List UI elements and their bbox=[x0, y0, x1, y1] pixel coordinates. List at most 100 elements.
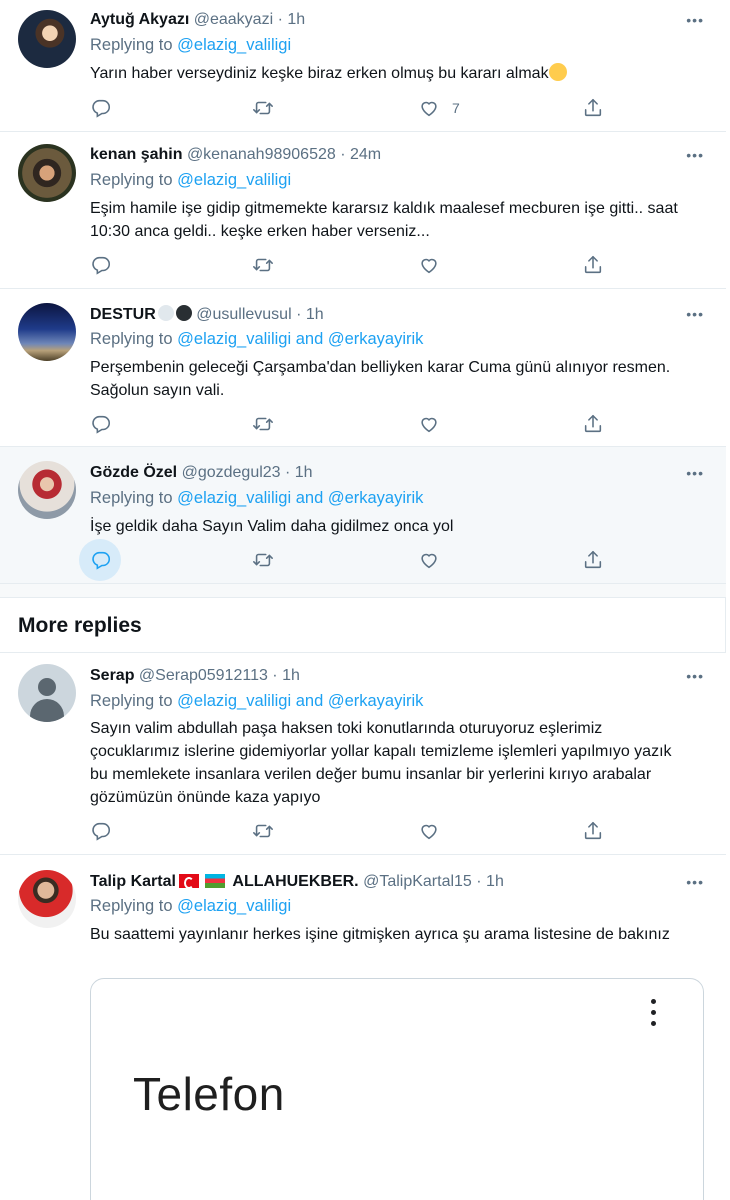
avatar[interactable] bbox=[18, 870, 76, 928]
more-icon[interactable]: ••• bbox=[686, 306, 704, 322]
like-icon bbox=[418, 820, 440, 842]
replying-prefix: Replying to bbox=[90, 489, 173, 507]
like-button[interactable] bbox=[418, 819, 440, 843]
like-icon bbox=[418, 549, 440, 571]
mention-link[interactable]: @elazig_valiligi and @erkayayirik bbox=[177, 489, 423, 507]
like-button[interactable] bbox=[418, 253, 440, 277]
reply-button[interactable] bbox=[90, 548, 112, 572]
author-name[interactable]: Talip Kartal bbox=[90, 873, 176, 890]
replying-prefix: Replying to bbox=[90, 171, 173, 189]
tweet-header: Serap @Serap05912113 · 1h bbox=[90, 667, 300, 685]
like-button[interactable]: 7 bbox=[418, 96, 460, 120]
tweet[interactable]: DESTUR @usullevusul · 1h ••• Replying to… bbox=[0, 289, 726, 447]
reply-icon bbox=[90, 97, 112, 119]
mention-link[interactable]: @elazig_valiligi and @erkayayirik bbox=[177, 330, 423, 348]
replying-to: Replying to @elazig_valiligi bbox=[90, 897, 291, 916]
more-icon[interactable]: ••• bbox=[686, 12, 704, 28]
emoji-icon bbox=[548, 63, 567, 81]
tweet[interactable]: Gözde Özel @gozdegul23 · 1h ••• Replying… bbox=[0, 447, 726, 584]
retweet-button[interactable] bbox=[252, 412, 274, 436]
like-icon bbox=[418, 97, 440, 119]
more-replies-heading: More replies bbox=[18, 614, 142, 637]
reply-icon bbox=[90, 549, 112, 571]
tweet-actions bbox=[90, 412, 610, 436]
share-button[interactable] bbox=[582, 412, 604, 436]
replying-to: Replying to @elazig_valiligi and @erkaya… bbox=[90, 692, 423, 711]
author-handle[interactable]: @kenanah98906528 · 24m bbox=[187, 146, 381, 163]
media-card[interactable]: Telefon bbox=[90, 978, 704, 1200]
tweet-feed: Aytuğ Akyazı @eaakyazi · 1h ••• Replying… bbox=[0, 0, 726, 1200]
tweet-header: Gözde Özel @gozdegul23 · 1h bbox=[90, 464, 313, 482]
share-button[interactable] bbox=[582, 819, 604, 843]
retweet-icon bbox=[252, 97, 274, 119]
like-icon bbox=[418, 413, 440, 435]
reply-button[interactable] bbox=[90, 819, 112, 843]
like-count: 7 bbox=[452, 100, 460, 116]
author-name[interactable]: DESTUR bbox=[90, 306, 156, 323]
share-button[interactable] bbox=[582, 548, 604, 572]
mention-link[interactable]: @elazig_valiligi bbox=[177, 897, 291, 915]
retweet-button[interactable] bbox=[252, 819, 274, 843]
replying-prefix: Replying to bbox=[90, 36, 173, 54]
author-handle[interactable]: @gozdegul23 · 1h bbox=[182, 464, 313, 481]
retweet-icon bbox=[252, 254, 274, 276]
share-icon bbox=[582, 549, 604, 571]
like-button[interactable] bbox=[418, 412, 440, 436]
retweet-button[interactable] bbox=[252, 548, 274, 572]
author-handle[interactable]: @TalipKartal15 · 1h bbox=[363, 873, 504, 890]
like-button[interactable] bbox=[418, 548, 440, 572]
share-icon bbox=[582, 820, 604, 842]
share-button[interactable] bbox=[582, 96, 604, 120]
author-name[interactable]: kenan şahin bbox=[90, 146, 182, 163]
turkey-flag-icon bbox=[178, 874, 199, 889]
share-button[interactable] bbox=[582, 253, 604, 277]
tweet-header: DESTUR @usullevusul · 1h bbox=[90, 305, 324, 324]
reply-icon bbox=[90, 413, 112, 435]
avatar[interactable] bbox=[18, 10, 76, 68]
section-divider bbox=[0, 584, 726, 598]
tweet-header: Talip Kartal ALLAHUEKBER. @TalipKartal15… bbox=[90, 873, 504, 891]
default-avatar-body bbox=[30, 699, 64, 722]
reply-button[interactable] bbox=[90, 96, 112, 120]
avatar[interactable] bbox=[18, 144, 76, 202]
more-icon[interactable]: ••• bbox=[686, 465, 704, 481]
author-handle[interactable]: @usullevusul · 1h bbox=[196, 306, 323, 323]
author-name[interactable]: Gözde Özel bbox=[90, 464, 177, 481]
more-icon[interactable]: ••• bbox=[686, 147, 704, 163]
tweet-text: Sayın valim abdullah paşa haksen toki ko… bbox=[90, 720, 672, 806]
author-name[interactable]: Aytuğ Akyazı bbox=[90, 11, 189, 28]
more-icon[interactable]: ••• bbox=[686, 668, 704, 684]
retweet-icon bbox=[252, 549, 274, 571]
mention-link[interactable]: @elazig_valiligi bbox=[177, 171, 291, 189]
tweet[interactable]: Serap @Serap05912113 · 1h ••• Replying t… bbox=[0, 653, 726, 855]
reply-icon bbox=[90, 254, 112, 276]
avatar[interactable] bbox=[18, 461, 76, 519]
author-name[interactable]: Serap bbox=[90, 667, 134, 684]
mention-link[interactable]: @elazig_valiligi and @erkayayirik bbox=[177, 692, 423, 710]
tweet-actions: 7 bbox=[90, 96, 610, 120]
author-handle[interactable]: @Serap05912113 · 1h bbox=[139, 667, 300, 684]
tweet-text: İşe geldik daha Sayın Valim daha gidilme… bbox=[90, 518, 454, 535]
avatar[interactable] bbox=[18, 303, 76, 361]
reply-button[interactable] bbox=[90, 412, 112, 436]
more-icon[interactable]: ••• bbox=[686, 874, 704, 890]
retweet-button[interactable] bbox=[252, 253, 274, 277]
share-icon bbox=[582, 413, 604, 435]
tweet[interactable]: Aytuğ Akyazı @eaakyazi · 1h ••• Replying… bbox=[0, 0, 726, 132]
retweet-button[interactable] bbox=[252, 96, 274, 120]
like-icon bbox=[418, 254, 440, 276]
avatar[interactable] bbox=[18, 664, 76, 722]
author-handle[interactable]: @eaakyazi · 1h bbox=[194, 11, 305, 28]
reply-button[interactable] bbox=[90, 253, 112, 277]
tweet-text: Perşembenin geleceği Çarşamba'dan belliy… bbox=[90, 359, 671, 399]
author-name-suffix[interactable]: ALLAHUEKBER. bbox=[232, 873, 358, 890]
reply-icon bbox=[90, 820, 112, 842]
mention-link[interactable]: @elazig_valiligi bbox=[177, 36, 291, 54]
kebab-menu-icon[interactable] bbox=[651, 999, 657, 1032]
replying-prefix: Replying to bbox=[90, 897, 173, 915]
share-icon bbox=[582, 97, 604, 119]
tweet-actions bbox=[90, 253, 610, 277]
replying-to: Replying to @elazig_valiligi bbox=[90, 171, 291, 190]
tweet[interactable]: kenan şahin @kenanah98906528 · 24m ••• R… bbox=[0, 132, 726, 289]
default-avatar-icon bbox=[38, 678, 56, 696]
